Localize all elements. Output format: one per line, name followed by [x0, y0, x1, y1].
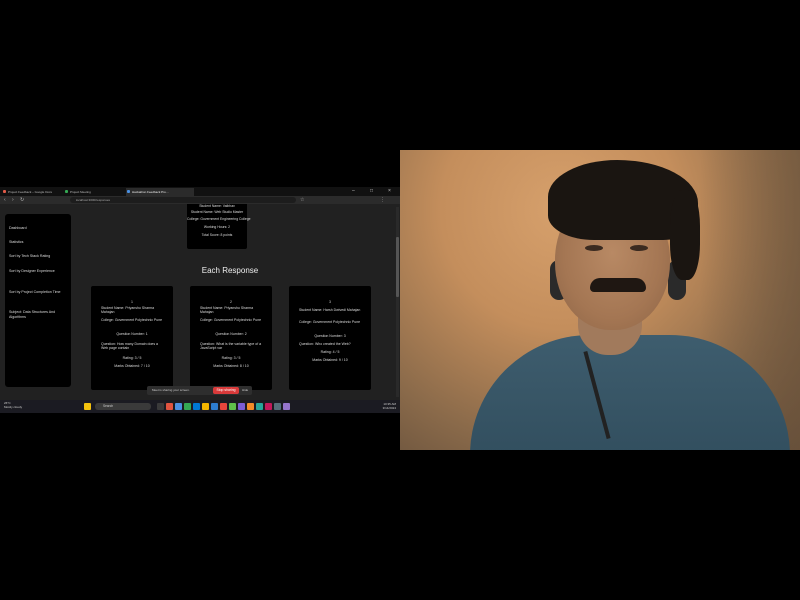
- sidebar-item-statistics[interactable]: Statistics: [9, 240, 69, 245]
- tab-1[interactable]: Project Feedback – Google Docs: [2, 188, 66, 196]
- page-scrollbar[interactable]: [396, 207, 399, 397]
- maximize-icon[interactable]: □: [370, 188, 373, 194]
- sidebar-item-sort-tech[interactable]: Sort by Tech Stack Rating: [9, 254, 69, 259]
- tab-2[interactable]: Project Meeting: [64, 188, 128, 196]
- back-icon[interactable]: ‹: [4, 196, 6, 204]
- app-icon-5[interactable]: [229, 403, 236, 410]
- response-card: 1 Student Name: Priyanshu Sharma Mahajan…: [91, 286, 173, 390]
- clock-date: 3/14/2024: [382, 406, 396, 410]
- card-rating: Rating: 4 / 5: [320, 350, 340, 354]
- reload-icon[interactable]: ↻: [20, 196, 24, 204]
- summary-line: Student Name: Web Studio Master: [190, 210, 244, 214]
- close-icon[interactable]: ×: [388, 188, 391, 194]
- card-rating: Rating: 3 / 5: [122, 356, 142, 360]
- app-icon-1[interactable]: [166, 403, 173, 410]
- task-view-icon[interactable]: [157, 403, 164, 410]
- app-icon-9[interactable]: [265, 403, 272, 410]
- card-college: College: Government Polytechnic Pune: [101, 318, 163, 322]
- card-question: Question: What is the variable type of a…: [200, 342, 262, 351]
- url-field[interactable]: localhost:3000/responses: [70, 197, 296, 203]
- app-icon-3[interactable]: [211, 403, 218, 410]
- card-student: Student Name: Harsh Dwivedi Mahajan: [299, 308, 361, 312]
- page-content: Dashboard Statistics Sort by Tech Stack …: [0, 204, 400, 402]
- response-card: 3 Student Name: Harsh Dwivedi Mahajan Co…: [289, 286, 371, 390]
- card-number: 3: [329, 300, 331, 304]
- taskbar-search[interactable]: Search: [95, 403, 151, 410]
- summary-line: Total Score: 8 points: [201, 233, 233, 237]
- card-rating: Rating: 3 / 5: [221, 356, 241, 360]
- screen-share-bar: Meet is sharing your screen. Stop sharin…: [147, 386, 252, 395]
- card-question-number: Question Number: 2: [215, 332, 247, 336]
- sidebar: Dashboard Statistics Sort by Tech Stack …: [5, 214, 71, 387]
- summary-line: College: Government Engineering College: [187, 217, 251, 221]
- meet-favicon-icon: [65, 190, 68, 193]
- app-icon-8[interactable]: [256, 403, 263, 410]
- webcam-feed: [400, 150, 800, 450]
- share-status-text: Meet is sharing your screen.: [152, 388, 190, 392]
- shared-screen: Project Feedback – Google Docs Project M…: [0, 187, 400, 413]
- card-number: 2: [230, 300, 232, 304]
- response-card: 2 Student Name: Priyanshu Sharma Mahajan…: [190, 286, 272, 390]
- person-mustache: [590, 278, 646, 292]
- weather-desc: Mostly cloudy: [4, 405, 23, 409]
- card-number: 1: [131, 300, 133, 304]
- menu-icon[interactable]: ⋮: [380, 196, 385, 204]
- app-icon-6[interactable]: [238, 403, 245, 410]
- section-heading: Each Response: [201, 266, 259, 275]
- tab-label: Project Meeting: [70, 190, 91, 194]
- person-hair-side: [670, 190, 700, 280]
- person-eye-right: [630, 245, 648, 251]
- card-student: Student Name: Priyanshu Sharma Mahajan: [200, 306, 254, 315]
- tab-3[interactable]: Hackathon Feedback Pro…: [126, 188, 194, 196]
- card-marks: Marks Obtained: 7 / 10: [114, 364, 150, 368]
- card-question-number: Question Number: 3: [314, 334, 346, 338]
- summary-card: Student Name: Vaibhav Student Name: Web …: [187, 204, 251, 249]
- card-question-number: Question Number: 1: [116, 332, 148, 336]
- card-marks: Marks Obtained: 9 / 10: [312, 358, 348, 362]
- docs-favicon-icon: [3, 190, 6, 193]
- sidebar-item-sort-designer[interactable]: Sort by Designer Experience: [9, 269, 69, 274]
- address-bar-row: ‹ › ↻ localhost:3000/responses ☆ ⋮: [0, 196, 400, 204]
- edge-icon[interactable]: [193, 403, 200, 410]
- app-icon-11[interactable]: [283, 403, 290, 410]
- system-tray[interactable]: 10:35 AM 3/14/2024: [340, 402, 396, 410]
- app-favicon-icon: [127, 190, 130, 193]
- weather-widget[interactable]: 26°C Mostly cloudy: [4, 401, 22, 409]
- browser-tab-bar: Project Feedback – Google Docs Project M…: [0, 187, 400, 196]
- hide-share-bar-button[interactable]: Hide: [242, 386, 248, 395]
- tab-label: Hackathon Feedback Pro…: [132, 190, 169, 194]
- sidebar-item-sort-completion[interactable]: Sort by Project Completion Time: [9, 290, 69, 295]
- windows-taskbar: 26°C Mostly cloudy Search 10:35 AM 3/14/…: [0, 400, 400, 413]
- card-student: Student Name: Priyanshu Sharma Mahajan: [101, 306, 155, 315]
- card-question: Question: Who created the Web?: [299, 342, 351, 346]
- minimize-icon[interactable]: –: [352, 188, 355, 194]
- summary-line: Working Hours: 2: [203, 225, 231, 229]
- app-icon-2[interactable]: [175, 403, 182, 410]
- app-icon-4[interactable]: [220, 403, 227, 410]
- scrollbar-thumb[interactable]: [396, 237, 399, 297]
- explorer-icon[interactable]: [202, 403, 209, 410]
- app-icon-7[interactable]: [247, 403, 254, 410]
- stop-sharing-button[interactable]: Stop sharing: [213, 387, 239, 394]
- sidebar-item-dashboard[interactable]: Dashboard: [9, 226, 69, 231]
- card-marks: Marks Obtained: 8 / 10: [213, 364, 249, 368]
- start-icon[interactable]: [84, 403, 91, 410]
- forward-icon[interactable]: ›: [12, 196, 14, 204]
- card-college: College: Government Polytechnic Pune: [200, 318, 262, 322]
- star-icon[interactable]: ☆: [300, 196, 304, 204]
- sidebar-item-subject[interactable]: Subject: Data Structures And Algorithms: [9, 310, 69, 319]
- app-icon-10[interactable]: [274, 403, 281, 410]
- person-eye-left: [585, 245, 603, 251]
- summary-line: Student Name: Vaibhav: [199, 204, 235, 208]
- tab-label: Project Feedback – Google Docs: [8, 190, 53, 194]
- card-question: Question: How many Domain does a Web pag…: [101, 342, 158, 351]
- chrome-icon[interactable]: [184, 403, 191, 410]
- card-college: College: Government Polytechnic Pune: [299, 320, 361, 324]
